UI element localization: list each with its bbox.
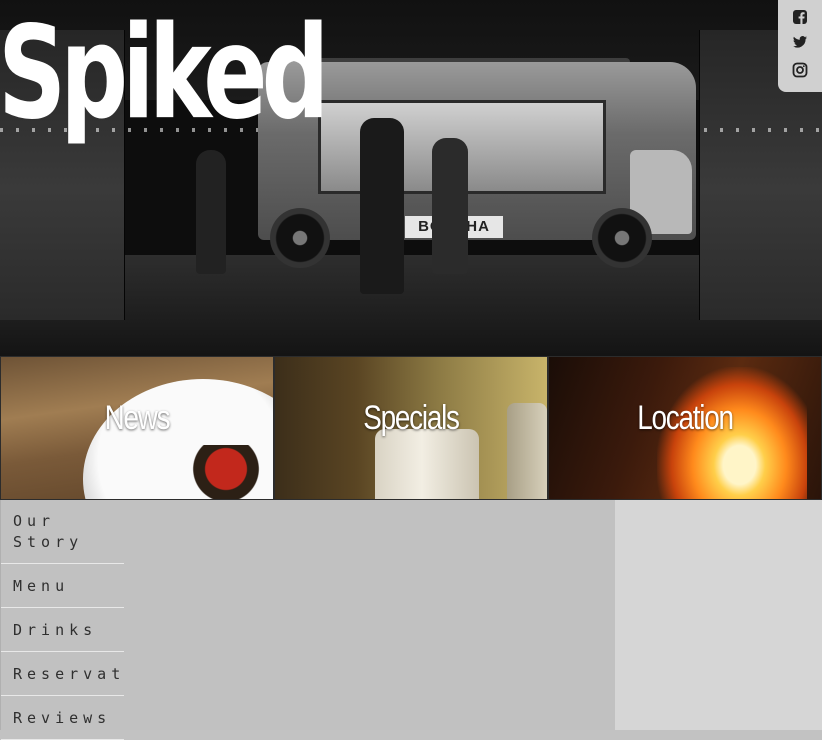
instagram-icon[interactable] (790, 60, 810, 80)
truck-wheel (592, 208, 652, 268)
tile-specials[interactable]: Specials (274, 356, 548, 500)
nav-item-drinks[interactable]: Drinks (1, 608, 124, 652)
customer-figure (432, 138, 468, 274)
customer-figure (196, 150, 226, 274)
feature-tiles: News Specials Location (0, 356, 822, 500)
tile-specials-label: Specials (363, 399, 460, 437)
site-title[interactable]: Spiked (0, 10, 329, 138)
truck-wheel (270, 208, 330, 268)
nav-item-our-story[interactable]: Our Story (1, 500, 124, 564)
jar-image (375, 429, 479, 499)
customer-figure (360, 118, 404, 294)
tile-location[interactable]: Location (548, 356, 822, 500)
hero-banner: BOBCHA Spiked (0, 0, 822, 356)
twitter-icon[interactable] (790, 32, 810, 52)
main-nav: Our Story Menu Drinks Reservations Revie… (1, 500, 124, 740)
facebook-icon[interactable] (790, 7, 810, 27)
tile-location-label: Location (637, 399, 734, 437)
tile-news[interactable]: News (0, 356, 274, 500)
nav-item-reservations[interactable]: Reservations (1, 652, 124, 696)
food-image (186, 445, 266, 499)
nav-item-menu[interactable]: Menu (1, 564, 124, 608)
tile-news-label: News (104, 399, 171, 437)
sidebar-panel (615, 500, 822, 730)
nav-item-reviews[interactable]: Reviews (1, 696, 124, 740)
social-links (778, 0, 822, 92)
